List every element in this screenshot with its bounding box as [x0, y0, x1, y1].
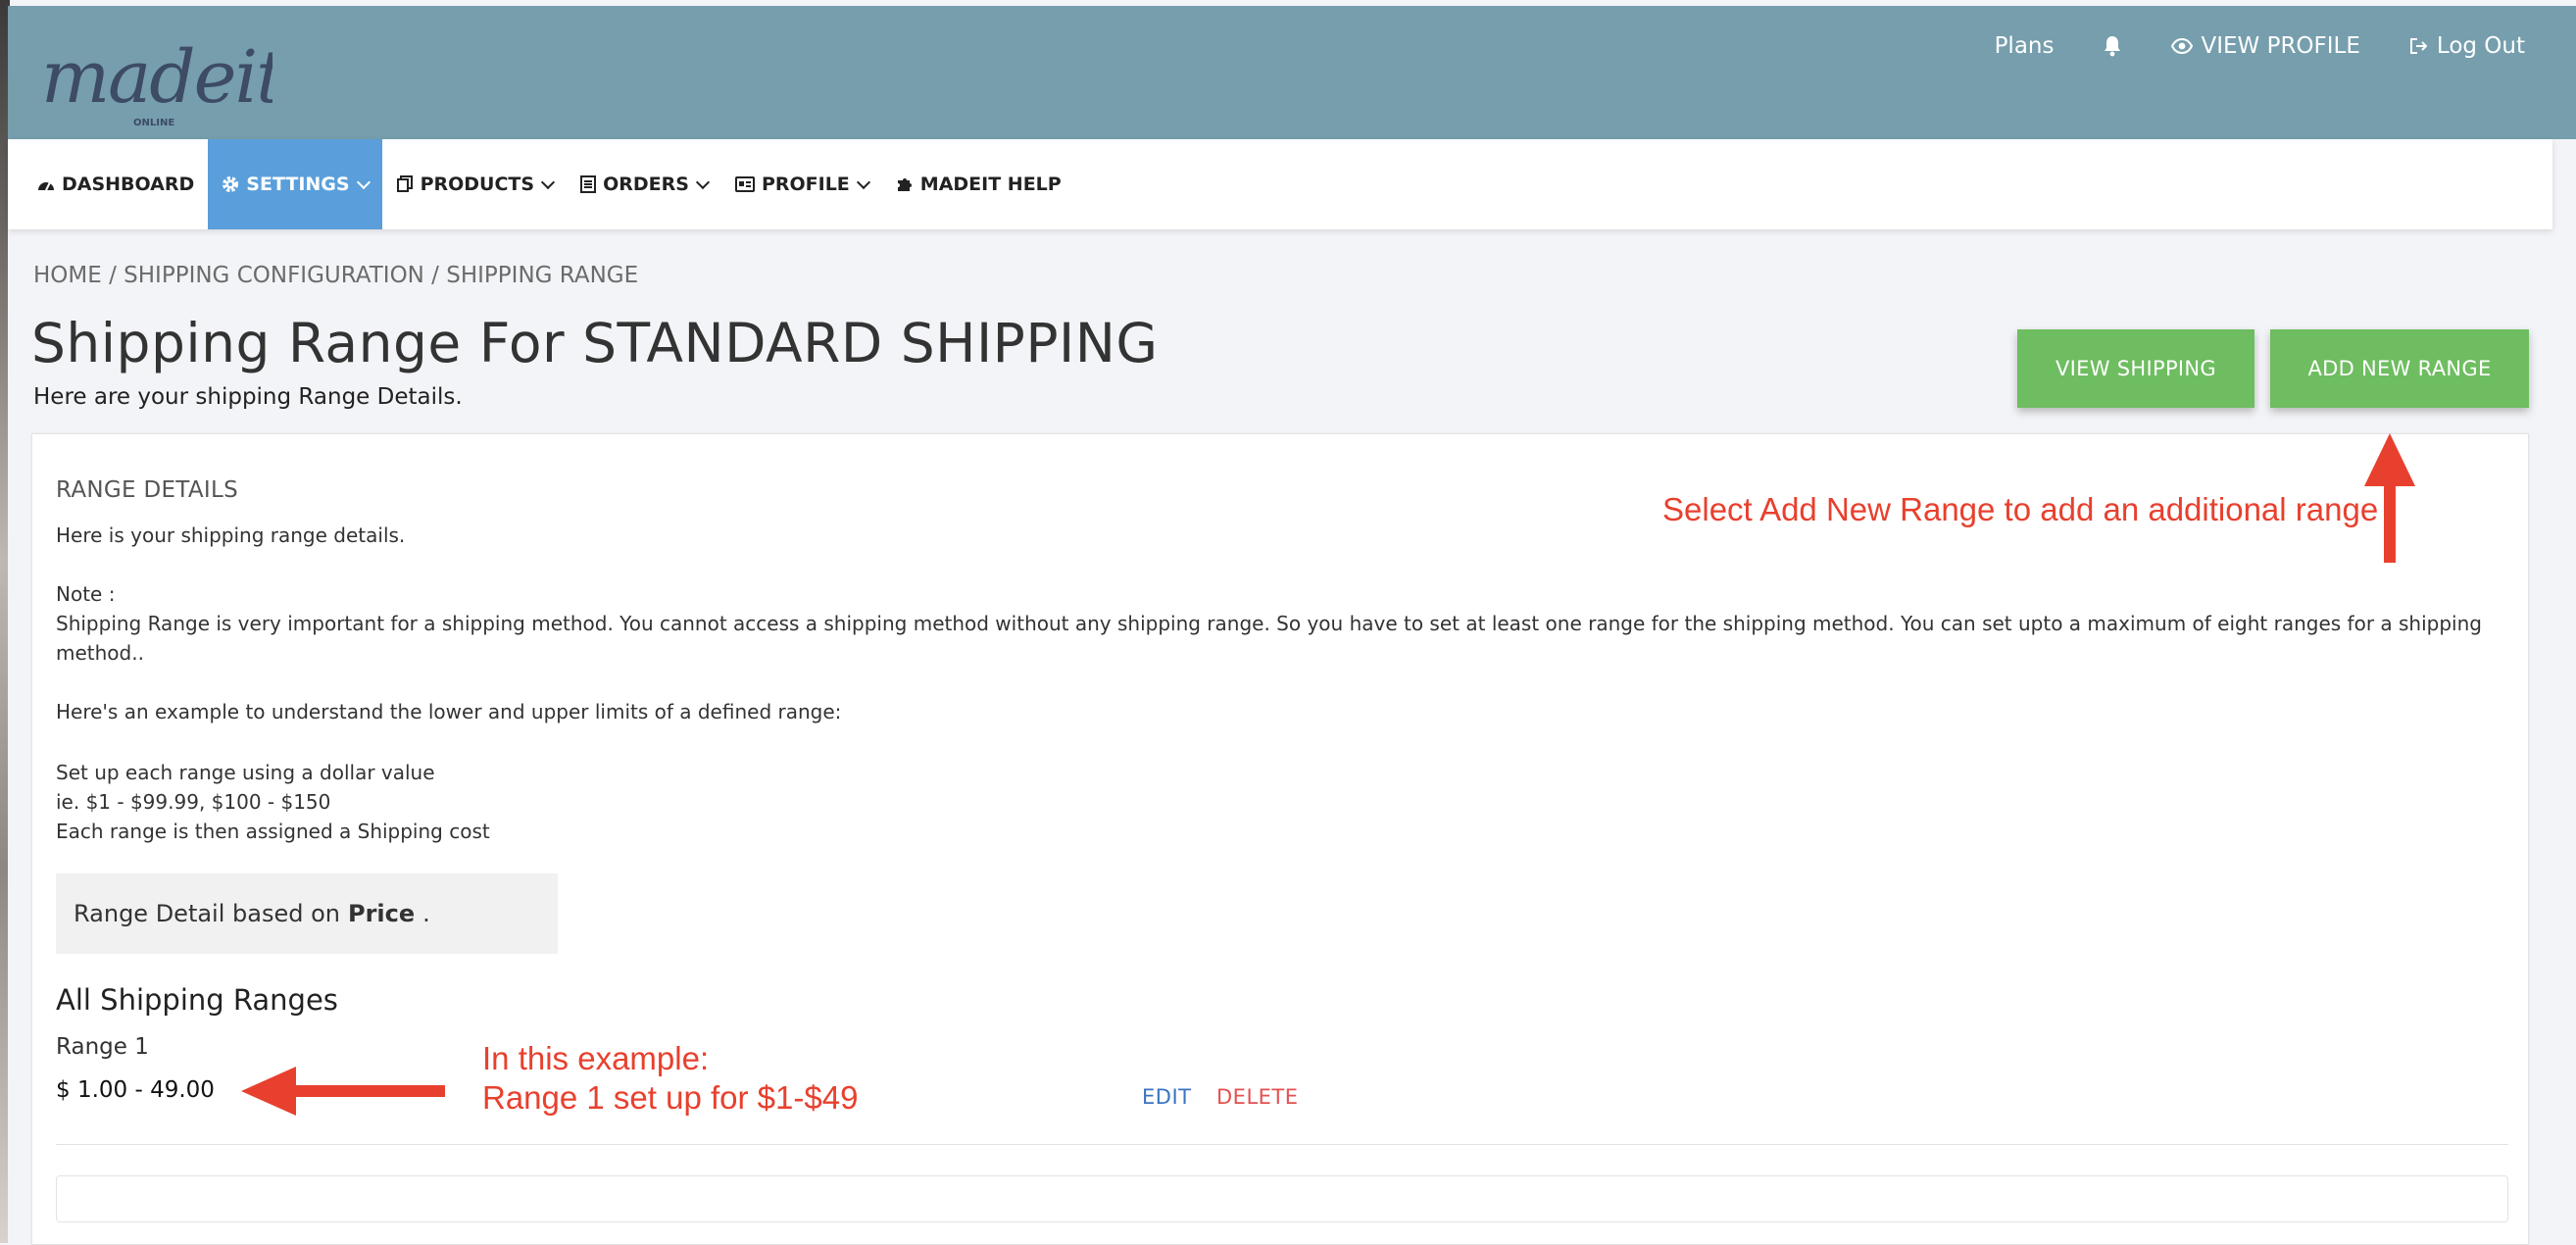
page-subtitle: Here are your shipping Range Details. [33, 384, 463, 410]
nav-products[interactable]: PRODUCTS [382, 139, 568, 229]
puzzle-icon [897, 178, 912, 191]
example-intro: Here's an example to understand the lowe… [56, 700, 842, 723]
range-name: Range 1 [56, 1034, 149, 1060]
range-value: $ 1.00 - 49.00 [56, 1077, 215, 1103]
nav-profile-label: PROFILE [761, 174, 850, 195]
chevron-down-icon [695, 174, 711, 190]
main-nav: DASHBOARD SETTINGS PRODUCTS ORDERS PROFI… [8, 139, 2552, 229]
range-details-card: RANGE DETAILS Here is your shipping rang… [31, 433, 2529, 1245]
example-line-1: Set up each range using a dollar value [56, 761, 435, 784]
annotation-arrow-up-icon [2364, 433, 2415, 563]
note-text-line2: method.. [56, 641, 144, 665]
range-basis-prefix: Range Detail based on [74, 900, 340, 927]
breadcrumb-separator: / [101, 263, 124, 288]
eye-icon [2171, 38, 2194, 54]
breadcrumb-current: SHIPPING RANGE [446, 263, 639, 288]
chevron-down-icon [856, 174, 870, 190]
view-profile-link[interactable]: VIEW PROFILE [2171, 33, 2360, 59]
empty-panel [56, 1175, 2508, 1222]
bell-icon [2105, 36, 2121, 57]
breadcrumb-separator: / [423, 263, 447, 288]
nav-orders[interactable]: ORDERS [567, 139, 721, 229]
logo-subtext: ONLINE [133, 118, 174, 128]
nav-orders-label: ORDERS [603, 174, 689, 195]
breadcrumb: HOME / SHIPPING CONFIGURATION / SHIPPING… [33, 263, 638, 288]
annotation-example-line1: In this example: [482, 1040, 710, 1076]
view-shipping-button[interactable]: VIEW SHIPPING [2017, 329, 2254, 408]
products-icon [396, 175, 413, 192]
note-text-line1: Shipping Range is very important for a s… [56, 612, 2482, 635]
logo-text: madeit [41, 35, 272, 120]
orders-icon [580, 175, 597, 193]
nav-products-label: PRODUCTS [420, 174, 535, 195]
nav-dashboard-label: DASHBOARD [62, 174, 195, 195]
page-title: Shipping Range For STANDARD SHIPPING [31, 312, 1159, 374]
breadcrumb-home[interactable]: HOME [33, 263, 102, 288]
annotation-example-line2: Range 1 set up for $1-$49 [482, 1079, 859, 1116]
id-card-icon [734, 176, 755, 192]
nav-dashboard[interactable]: DASHBOARD [8, 139, 208, 229]
all-shipping-ranges-title: All Shipping Ranges [56, 983, 338, 1017]
intro-text: Here is your shipping range details. [56, 523, 406, 547]
nav-settings-label: SETTINGS [246, 174, 350, 195]
section-title: RANGE DETAILS [56, 477, 238, 503]
logout-label: Log Out [2436, 33, 2525, 59]
dashboard-icon [38, 181, 54, 191]
plans-link[interactable]: Plans [1995, 33, 2055, 59]
nav-settings[interactable]: SETTINGS [208, 139, 382, 229]
edit-range-link[interactable]: EDIT [1142, 1085, 1191, 1109]
range-basis-box: Range Detail based on Price . [56, 873, 558, 954]
delete-range-link[interactable]: DELETE [1216, 1085, 1299, 1109]
plans-label: Plans [1994, 33, 2055, 59]
logout-link[interactable]: Log Out [2409, 33, 2525, 59]
annotation-arrow-left-icon [241, 1067, 445, 1116]
view-profile-label: VIEW PROFILE [2201, 33, 2360, 59]
gear-icon [223, 176, 239, 192]
divider [56, 1144, 2508, 1145]
breadcrumb-shipping-configuration[interactable]: SHIPPING CONFIGURATION [124, 263, 424, 288]
annotation-add-range: Select Add New Range to add an additiona… [1662, 491, 2379, 527]
nav-madeit-help-label: MADEIT HELP [919, 174, 1062, 195]
add-new-range-button[interactable]: ADD NEW RANGE [2270, 329, 2529, 408]
top-nav: Plans VIEW PROFILE Log Out [1995, 33, 2525, 59]
nav-profile[interactable]: PROFILE [721, 139, 882, 229]
range-basis-suffix: . [422, 900, 430, 927]
example-line-3: Each range is then assigned a Shipping c… [56, 820, 490, 843]
top-header: madeit ONLINE Plans VIEW PROFILE Log Out [8, 6, 2576, 139]
chevron-down-icon [541, 174, 556, 190]
example-line-2: ie. $1 - $99.99, $100 - $150 [56, 790, 331, 814]
app-window: madeit ONLINE Plans VIEW PROFILE Log Out… [8, 6, 2576, 1245]
notifications-button[interactable] [2103, 35, 2122, 57]
madeit-logo[interactable]: madeit ONLINE [37, 18, 272, 133]
chevron-down-icon [356, 174, 371, 190]
range-basis-value: Price [348, 900, 416, 927]
note-label: Note : [56, 582, 116, 606]
nav-madeit-help[interactable]: MADEIT HELP [882, 139, 1075, 229]
logout-icon [2409, 38, 2428, 54]
